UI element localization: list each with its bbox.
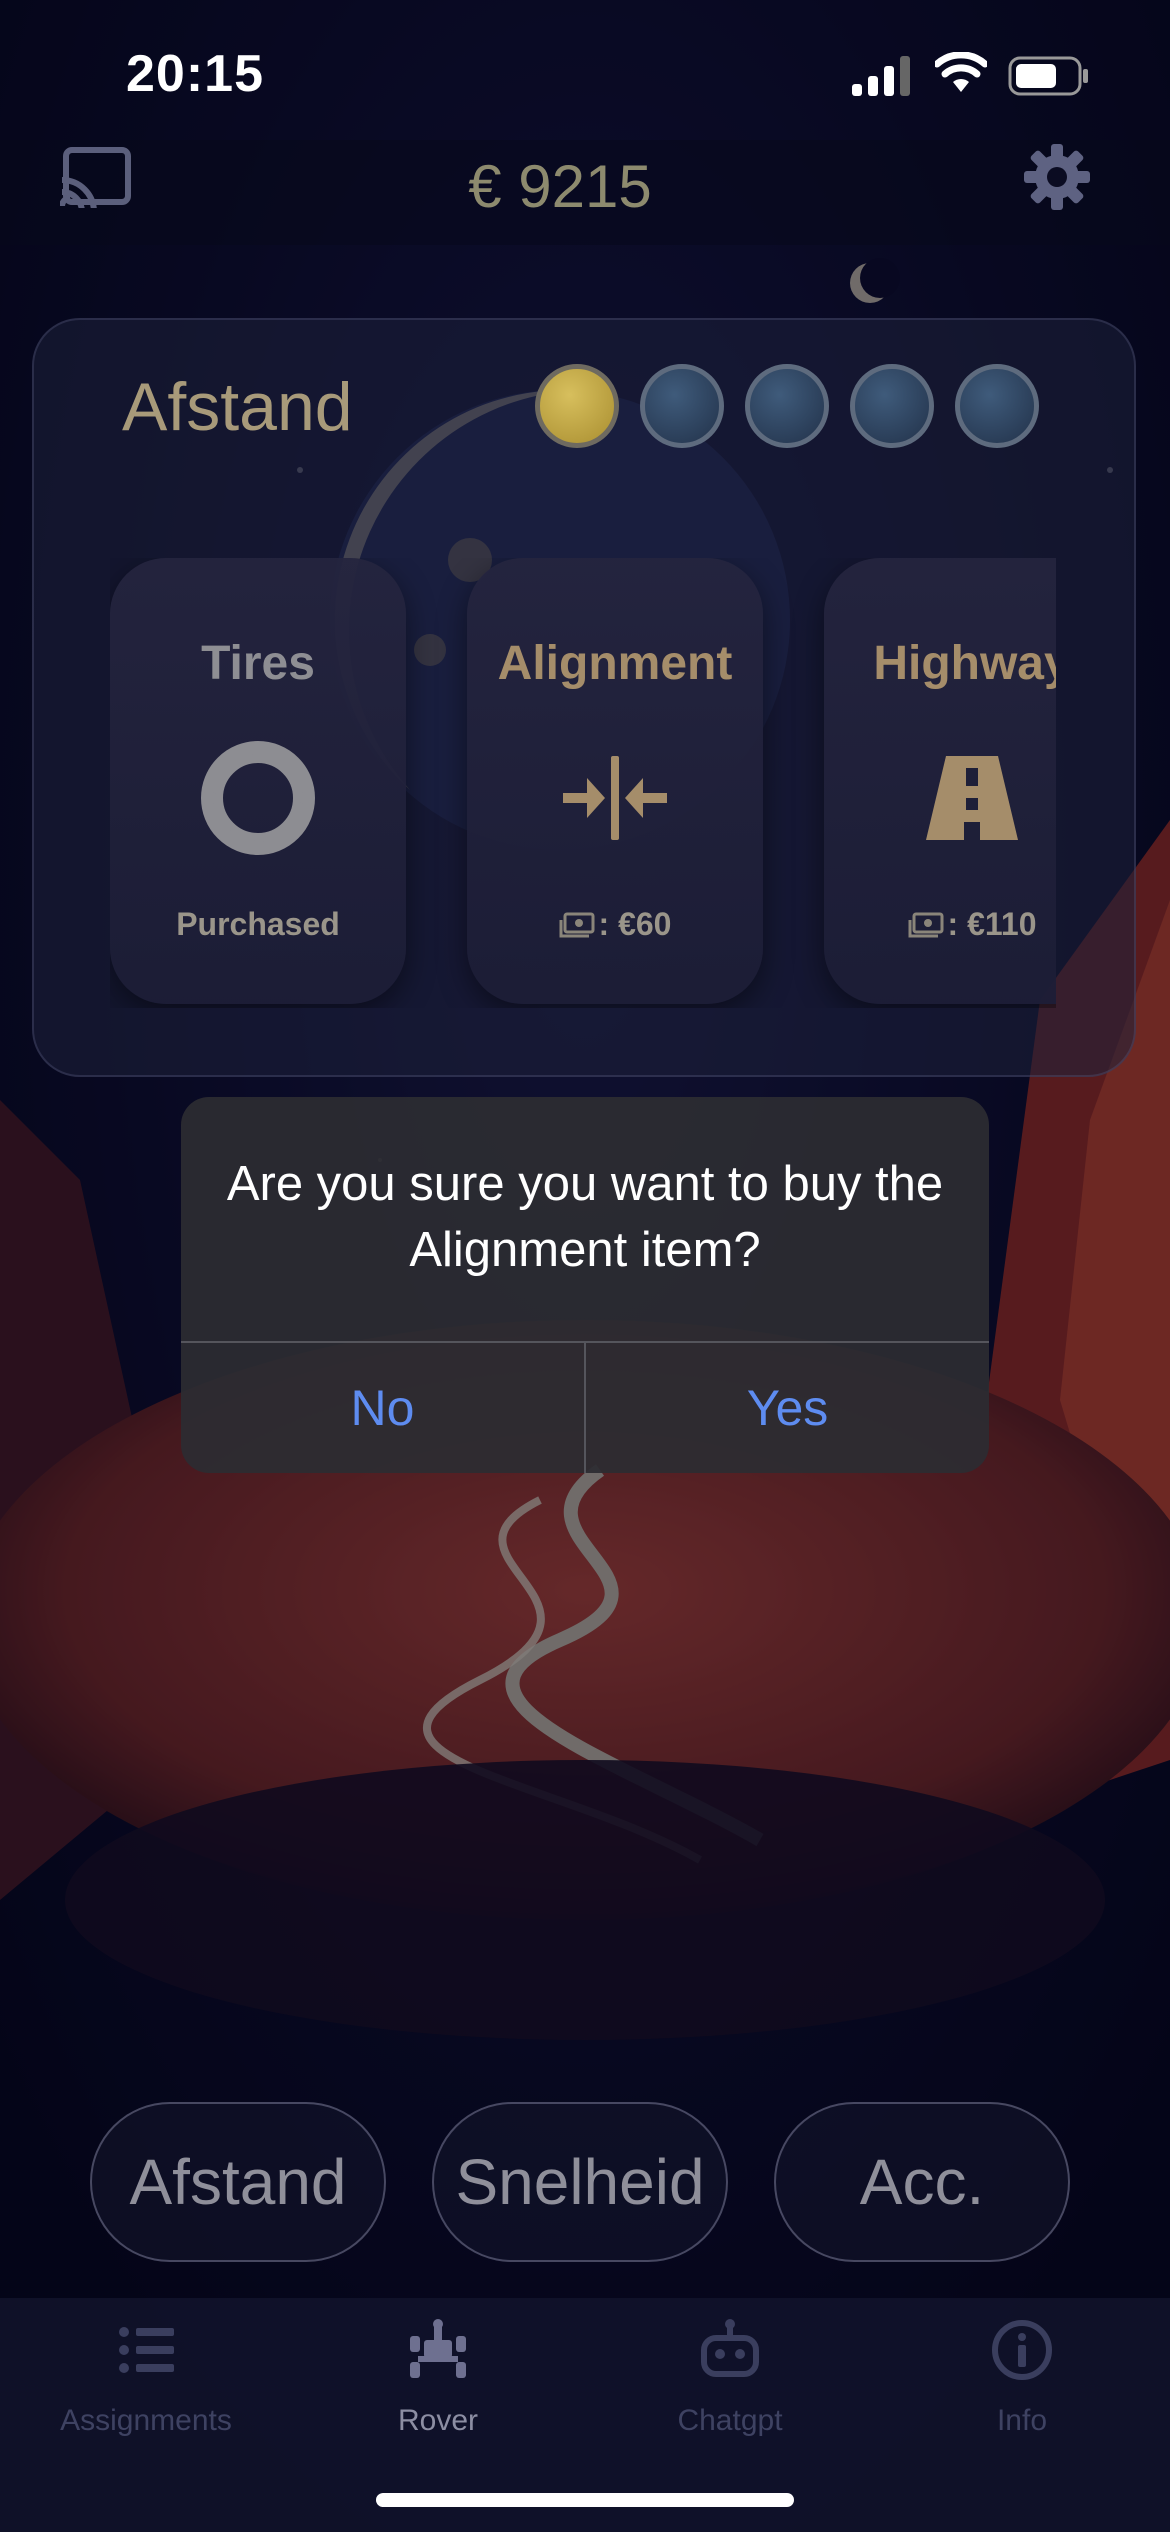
card-title: Highway	[873, 637, 1056, 690]
category-title: Afstand	[122, 369, 353, 445]
home-indicator[interactable]	[376, 2493, 794, 2507]
card-price-label: : €60	[598, 906, 672, 942]
status-bar: 20:15	[0, 0, 1170, 140]
level-dot-empty	[640, 364, 724, 448]
info-icon	[992, 2320, 1052, 2380]
dialog-message: Are you sure you want to buy the Alignme…	[226, 1157, 944, 1277]
segment-afstand[interactable]: Afstand	[90, 2102, 386, 2262]
status-time: 20:15	[126, 45, 264, 103]
card-price: : €110	[824, 906, 1056, 943]
battery-icon	[1008, 56, 1088, 96]
tab-label: Rover	[397, 2404, 479, 2437]
yes-button[interactable]: Yes	[586, 1343, 989, 1473]
level-dot-filled	[535, 364, 619, 448]
tab-label: Chatgpt	[677, 2404, 783, 2437]
card-price-label: : €110	[947, 906, 1037, 942]
gear-icon[interactable]	[1022, 142, 1092, 212]
level-dot-empty	[955, 364, 1039, 448]
level-dot-empty	[850, 364, 934, 448]
upgrade-card-highway[interactable]: Highway : €110	[824, 558, 1056, 1004]
cellular-signal-icon	[852, 56, 910, 96]
money-icon	[908, 912, 944, 938]
card-title: Alignment	[497, 637, 733, 690]
robot-icon	[701, 2319, 759, 2377]
level-dot-empty	[745, 364, 829, 448]
card-title: Tires	[201, 637, 315, 690]
alignment-icon	[563, 756, 667, 840]
confirm-purchase-dialog: Are you sure you want to buy the Alignme…	[181, 1097, 989, 1473]
card-price: : €60	[467, 906, 763, 943]
upgrade-card-alignment[interactable]: Alignment : €60	[467, 558, 763, 1004]
card-status: Purchased	[176, 906, 340, 942]
tab-label: Assignments	[60, 2404, 232, 2437]
tire-icon	[201, 741, 315, 855]
tab-rover[interactable]: Rover	[292, 2318, 584, 2438]
balance-display: € 9215	[468, 153, 652, 220]
segment-snelheid[interactable]: Snelheid	[432, 2102, 728, 2262]
upgrade-card-tires[interactable]: Tires Purchased	[110, 558, 406, 1004]
highway-icon	[926, 756, 1018, 840]
upgrade-cards-scroller[interactable]: Tires Purchased Alignment: €60 Highway …	[110, 558, 1056, 1008]
no-button[interactable]: No	[181, 1343, 584, 1473]
tab-chatgpt[interactable]: Chatgpt	[584, 2318, 876, 2438]
rover-icon	[410, 2319, 466, 2378]
list-icon	[119, 2327, 174, 2373]
tab-info[interactable]: Info	[876, 2318, 1168, 2438]
tab-assignments[interactable]: Assignments	[0, 2318, 292, 2438]
wifi-icon	[935, 52, 987, 92]
money-icon	[559, 912, 595, 938]
segment-acc[interactable]: Acc.	[774, 2102, 1070, 2262]
tab-label: Info	[996, 2404, 1048, 2437]
